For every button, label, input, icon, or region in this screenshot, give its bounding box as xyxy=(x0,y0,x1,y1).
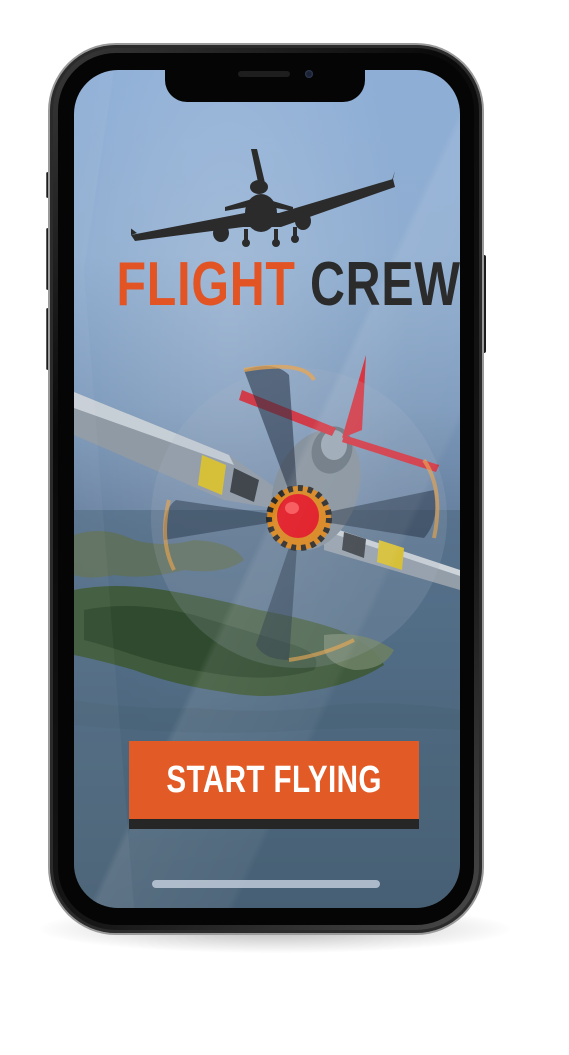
logo-word-crew: CREW xyxy=(309,250,461,319)
logo-word-flight: FLIGHT xyxy=(116,250,296,319)
home-indicator[interactable] xyxy=(152,880,380,888)
airliner-silhouette-icon xyxy=(131,149,395,247)
start-flying-label: START FLYING xyxy=(166,758,382,801)
device-mockup: FLIGHT CREW START FLYING xyxy=(0,0,569,1055)
front-camera xyxy=(305,70,313,78)
start-flying-button[interactable]: START FLYING xyxy=(129,741,419,819)
speaker-grille xyxy=(238,71,290,77)
app-logo-title: FLIGHT CREW xyxy=(116,248,460,322)
